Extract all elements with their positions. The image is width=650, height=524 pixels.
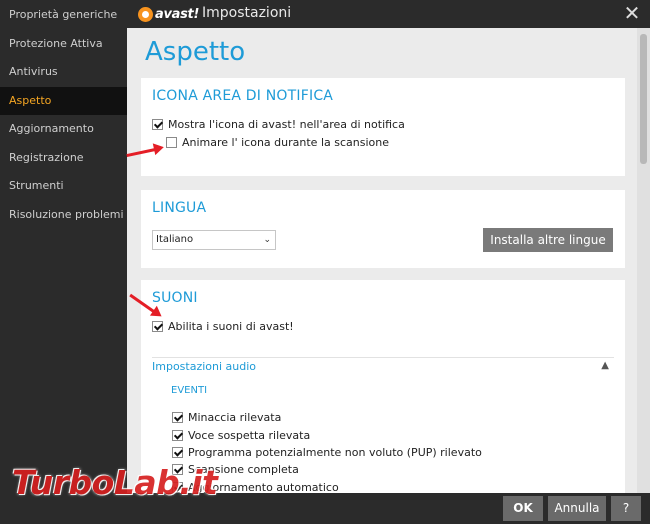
watermark-logo: TurboLab.it [12,463,218,502]
chevron-down-icon: ⌄ [263,235,271,245]
avast-logo: avast! [138,6,199,22]
sidebar-item-aspetto[interactable]: Aspetto [0,86,127,115]
close-icon[interactable]: ✕ [622,3,642,23]
window-title: Impostazioni [202,5,292,21]
event-checkbox[interactable] [172,412,183,423]
sidebar-item-registrazione[interactable]: Registrazione [0,144,127,173]
chevron-up-icon[interactable]: ▲ [601,360,609,371]
scrollbar-thumb[interactable] [640,34,647,164]
notification-area-panel: ICONA AREA DI NOTIFICA Mostra l'icona di… [141,78,625,176]
event-option[interactable]: Programma potenzialmente non voluto (PUP… [172,446,482,459]
sidebar-item-antivirus[interactable]: Antivirus [0,58,127,87]
enable-sounds-checkbox[interactable] [152,321,163,332]
enable-sounds-option[interactable]: Abilita i suoni di avast! [152,320,294,333]
audio-settings-link[interactable]: Impostazioni audio [152,360,256,373]
install-languages-button[interactable]: Installa altre lingue [483,228,613,252]
sidebar-item-proprieta-generiche[interactable]: Proprietà generiche [0,1,127,30]
sidebar-item-risoluzione-problemi[interactable]: Risoluzione problemi [0,201,127,230]
sounds-panel: SUONI Abilita i suoni di avast! Impostaz… [141,280,625,493]
enable-sounds-label: Abilita i suoni di avast! [168,320,294,333]
event-option[interactable]: Minaccia rilevata [172,411,281,424]
event-option[interactable]: Voce sospetta rilevata [172,429,310,442]
event-label: Voce sospetta rilevata [188,429,311,442]
animate-icon-checkbox[interactable] [166,137,177,148]
sounds-title: SUONI [152,290,198,306]
cancel-button[interactable]: Annulla [548,496,606,521]
sidebar-item-protezione-attiva[interactable]: Protezione Attiva [0,30,127,59]
language-select[interactable]: Italiano ⌄ [152,230,276,250]
event-checkbox[interactable] [172,447,183,458]
animate-icon-option[interactable]: Animare l' icona durante la scansione [166,136,389,149]
show-icon-checkbox[interactable] [152,119,163,130]
divider [152,357,614,358]
event-label: Programma potenzialmente non voluto (PUP… [188,446,482,459]
page-title: Aspetto [145,37,246,67]
notification-area-title: ICONA AREA DI NOTIFICA [152,88,334,104]
show-icon-option[interactable]: Mostra l'icona di avast! nell'area di no… [152,118,405,131]
sidebar-item-strumenti[interactable]: Strumenti [0,172,127,201]
show-icon-label: Mostra l'icona di avast! nell'area di no… [168,118,405,131]
event-label: Minaccia rilevata [188,411,282,424]
language-selected-value: Italiano [156,234,194,245]
language-panel: LINGUA Italiano ⌄ Installa altre lingue [141,190,625,268]
ok-button[interactable]: OK [503,496,543,521]
settings-content: Aspetto ICONA AREA DI NOTIFICA Mostra l'… [127,28,637,493]
brand-name: avast! [155,6,200,22]
help-button[interactable]: ? [611,496,641,521]
events-label: EVENTI [171,385,208,396]
sidebar: Proprietà generiche Protezione Attiva An… [0,0,127,524]
animate-icon-label: Animare l' icona durante la scansione [182,136,389,149]
title-bar: avast! Impostazioni ✕ [127,0,650,28]
avast-ball-icon [138,6,153,22]
sidebar-item-aggiornamento[interactable]: Aggiornamento [0,115,127,144]
language-title: LINGUA [152,200,207,216]
vertical-scrollbar[interactable] [637,28,650,493]
event-checkbox[interactable] [172,430,183,441]
